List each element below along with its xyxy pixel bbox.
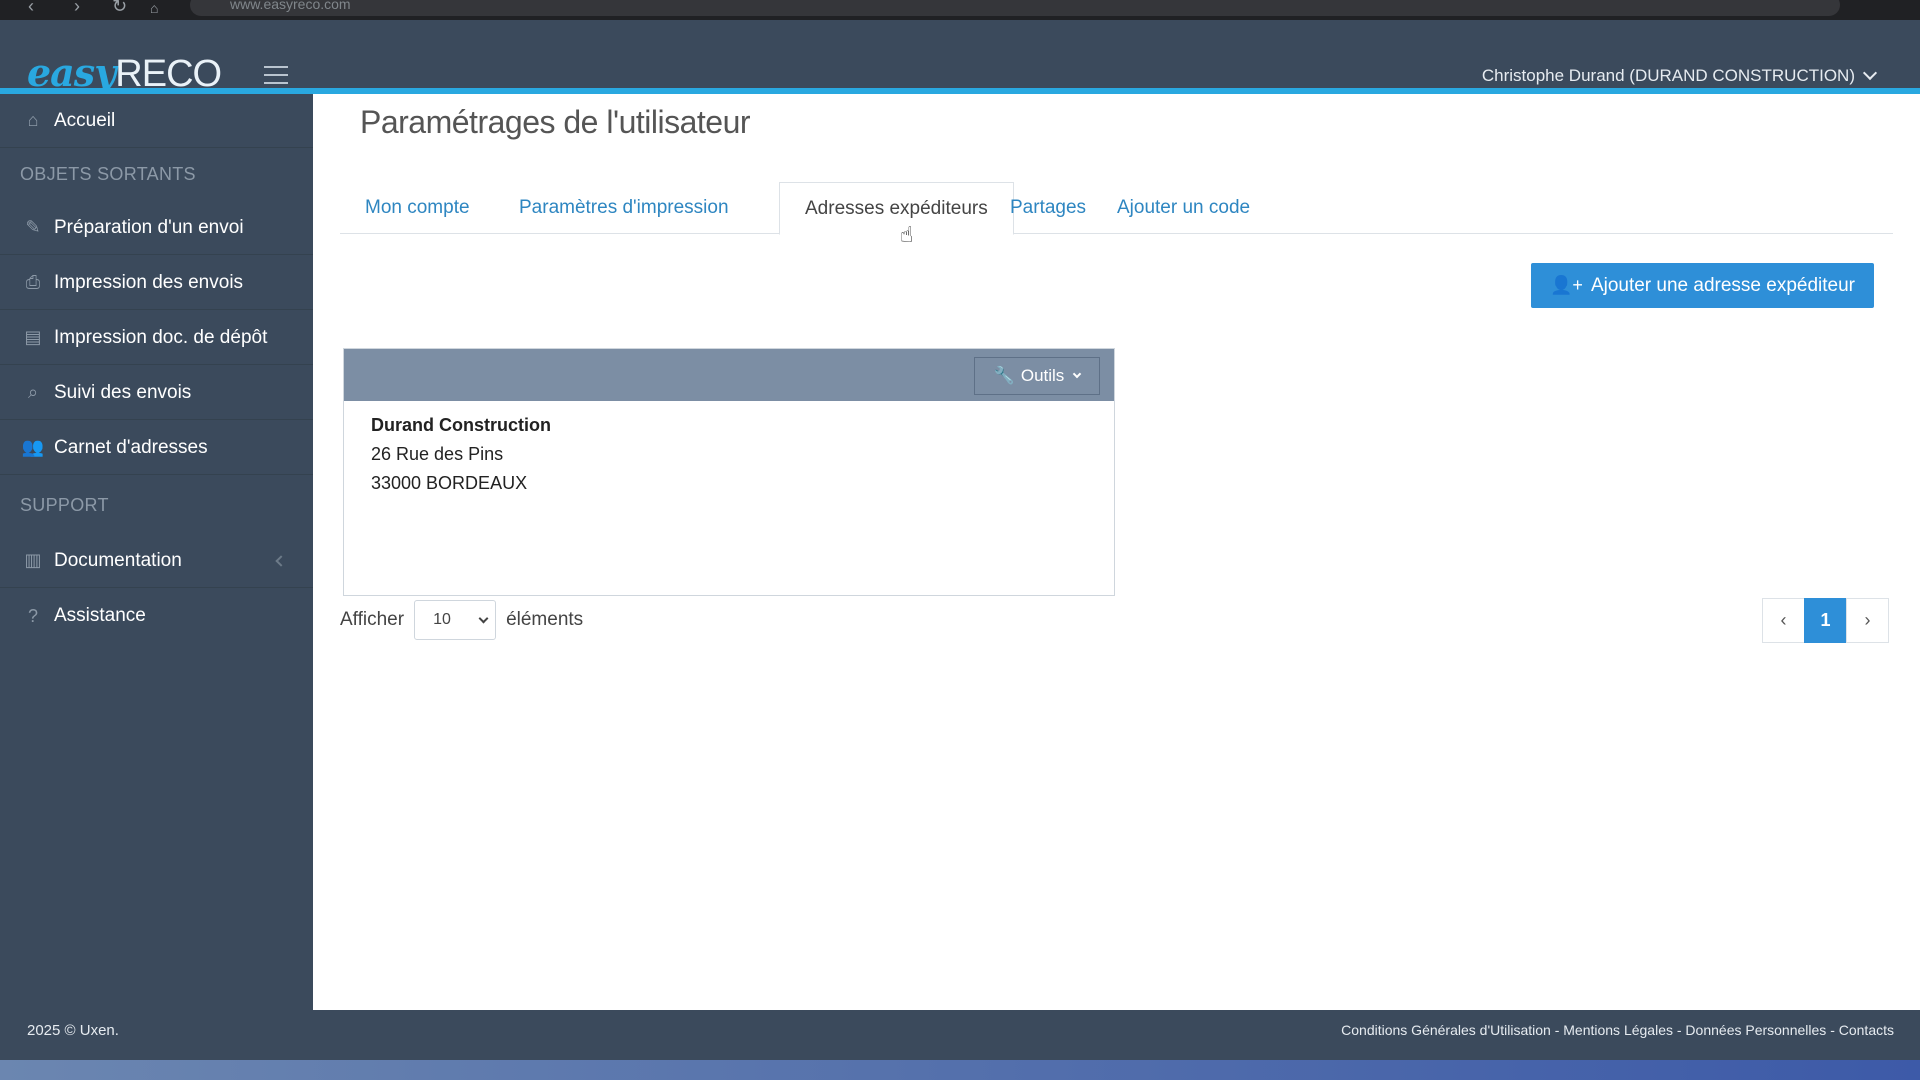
address-card: 🔧 Outils Durand Construction 26 Rue des … (343, 348, 1115, 596)
sidebar-item-preparation[interactable]: ✎ Préparation d'un envoi (0, 201, 313, 255)
back-icon[interactable]: ‹ (28, 0, 34, 17)
tools-dropdown-button[interactable]: 🔧 Outils (974, 357, 1100, 395)
sidebar-item-documentation[interactable]: ▥ Documentation (0, 534, 313, 588)
book-icon: ▥ (24, 550, 42, 570)
forward-icon[interactable]: › (74, 0, 80, 17)
card-body: Durand Construction 26 Rue des Pins 3300… (344, 401, 1114, 508)
hand-cursor-icon: ☝ (900, 222, 914, 247)
sidebar-item-label: Impression doc. de dépôt (54, 326, 268, 348)
page-size-value: 10 (433, 611, 451, 628)
sender-street: 26 Rue des Pins (371, 444, 504, 464)
section-outgoing: OBJETS SORTANTS (20, 164, 196, 184)
tab-account[interactable]: Mon compte (340, 182, 495, 234)
reload-icon[interactable]: ↻ (112, 0, 127, 17)
menu-toggle-icon[interactable] (264, 66, 288, 84)
user-plus-icon: 👤+ (1550, 275, 1583, 295)
page-size-control: Afficher 10 éléments (340, 600, 583, 640)
sidebar-item-label: Préparation d'un envoi (54, 216, 244, 238)
elements-label: éléments (506, 609, 584, 630)
page-size-select[interactable]: 10 (414, 600, 497, 640)
sidebar-item-label: Documentation (54, 549, 182, 571)
pencil-icon: ✎ (25, 217, 41, 237)
browser-toolbar: ‹ › ↻ ⌂ www.easyreco.com (0, 0, 1920, 20)
chevron-down-icon (1862, 65, 1878, 81)
sender-city: 33000 BORDEAUX (371, 473, 528, 493)
desktop-taskbar (0, 1060, 1920, 1080)
pagination: ‹ 1 › (1762, 598, 1889, 643)
sidebar-item-label: Suivi des envois (54, 381, 192, 403)
sidebar-item-label: Accueil (54, 109, 116, 131)
chevron-left-icon (275, 554, 287, 567)
help-icon: ? (27, 605, 38, 626)
sidebar-item-assistance[interactable]: ? Assistance (0, 589, 313, 643)
document-icon: ▤ (24, 327, 42, 347)
user-name: Christophe Durand (DURAND CONSTRUCTION) (1481, 66, 1855, 85)
card-header: 🔧 Outils (344, 349, 1114, 401)
search-icon: ⌕ (27, 382, 39, 402)
footer-links[interactable]: Conditions Générales d'Utilisation - Men… (1341, 1022, 1894, 1038)
page-title: Paramétrages de l'utilisateur (360, 104, 751, 140)
next-page-button[interactable]: › (1846, 598, 1889, 643)
users-icon: 👥 (21, 437, 45, 457)
sidebar-item-label: Carnet d'adresses (54, 436, 208, 458)
user-menu[interactable]: Christophe Durand (DURAND CONSTRUCTION) (1481, 65, 1878, 86)
sidebar: ⌂ Accueil OBJETS SORTANTS ✎ Préparation … (0, 94, 313, 1010)
printer-icon: ⎙ (25, 272, 41, 292)
sender-name: Durand Construction (371, 415, 551, 435)
sidebar-item-printing[interactable]: ⎙ Impression des envois (0, 256, 313, 310)
show-label: Afficher (340, 609, 405, 630)
section-support: SUPPORT (20, 495, 109, 515)
chevron-down-icon (478, 613, 489, 624)
home-icon: ⌂ (27, 110, 39, 130)
prev-page-button[interactable]: ‹ (1762, 598, 1805, 643)
wrench-icon: 🔧 (993, 366, 1015, 385)
sidebar-item-home[interactable]: ⌂ Accueil (0, 94, 313, 148)
tab-sender-addresses[interactable]: Adresses expéditeurs (779, 182, 1014, 235)
sidebar-item-label: Impression des envois (54, 271, 244, 293)
home-icon[interactable]: ⌂ (150, 0, 158, 16)
add-button-label: Ajouter une adresse expéditeur (1590, 274, 1855, 296)
tools-label: Outils (1020, 366, 1065, 385)
tab-print-settings[interactable]: Paramètres d'impression (494, 182, 754, 234)
sidebar-item-address-book[interactable]: 👥 Carnet d'adresses (0, 421, 313, 475)
tab-add-code[interactable]: Ajouter un code (1092, 182, 1275, 234)
sidebar-item-deposit-doc[interactable]: ▤ Impression doc. de dépôt (0, 311, 313, 365)
add-sender-address-button[interactable]: 👤+ Ajouter une adresse expéditeur (1531, 263, 1874, 308)
app-header: easyRECO Christophe Durand (DURAND CONST… (0, 20, 1920, 95)
footer: 2025 © Uxen. Conditions Générales d'Util… (0, 1010, 1920, 1060)
main-content: Paramétrages de l'utilisateur Mon compte… (313, 94, 1920, 1010)
page-1-button[interactable]: 1 (1804, 598, 1847, 643)
sidebar-item-tracking[interactable]: ⌕ Suivi des envois (0, 366, 313, 420)
tabs-bar: Mon compte Paramètres d'impression Adres… (340, 182, 1893, 235)
sidebar-item-label: Assistance (54, 605, 146, 626)
chevron-down-icon (1073, 369, 1082, 379)
address-bar[interactable]: www.easyreco.com (190, 0, 1840, 16)
copyright: 2025 © Uxen. (27, 1022, 119, 1039)
